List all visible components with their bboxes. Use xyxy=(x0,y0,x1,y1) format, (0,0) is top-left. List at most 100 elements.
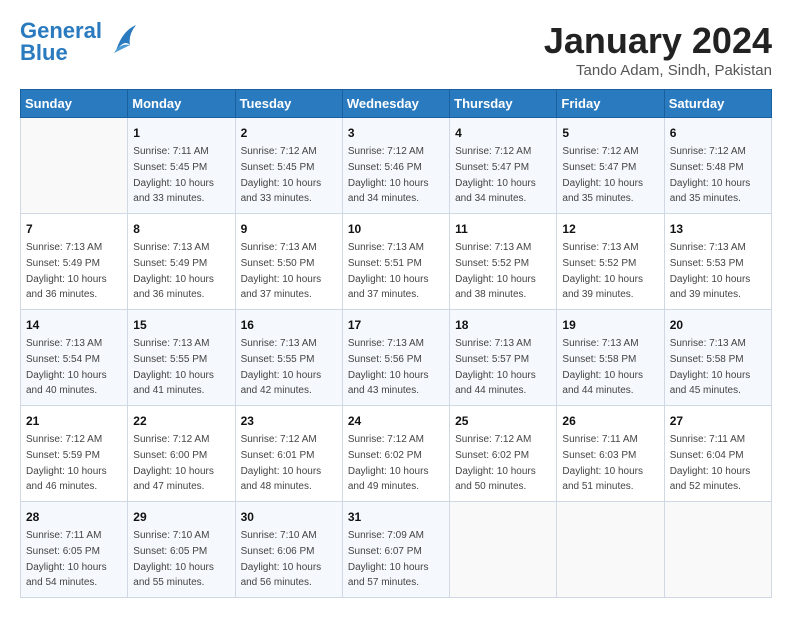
calendar-cell: 7 Sunrise: 7:13 AM Sunset: 5:49 PM Daylig… xyxy=(21,214,128,310)
logo-blue: Blue xyxy=(20,42,102,64)
day-info: Sunrise: 7:11 AM Sunset: 6:04 PM Dayligh… xyxy=(670,434,751,492)
calendar-cell: 21 Sunrise: 7:12 AM Sunset: 5:59 PM Dayli… xyxy=(21,406,128,502)
day-info: Sunrise: 7:12 AM Sunset: 5:59 PM Dayligh… xyxy=(26,434,107,492)
day-number: 30 xyxy=(241,508,337,526)
logo-bird-icon xyxy=(108,21,140,64)
day-info: Sunrise: 7:13 AM Sunset: 5:52 PM Dayligh… xyxy=(455,242,536,300)
calendar-cell: 17 Sunrise: 7:13 AM Sunset: 5:56 PM Dayli… xyxy=(342,310,449,406)
week-row-2: 7 Sunrise: 7:13 AM Sunset: 5:49 PM Daylig… xyxy=(21,214,772,310)
day-number: 12 xyxy=(562,220,658,238)
day-info: Sunrise: 7:13 AM Sunset: 5:50 PM Dayligh… xyxy=(241,242,322,300)
calendar-cell: 5 Sunrise: 7:12 AM Sunset: 5:47 PM Daylig… xyxy=(557,118,664,214)
day-number: 20 xyxy=(670,316,766,334)
location: Tando Adam, Sindh, Pakistan xyxy=(544,62,772,79)
day-info: Sunrise: 7:12 AM Sunset: 5:47 PM Dayligh… xyxy=(455,146,536,204)
day-number: 22 xyxy=(133,412,229,430)
logo-general: General xyxy=(20,20,102,42)
calendar-cell: 18Sunrise: 7:13 AM Sunset: 5:57 PM Dayli… xyxy=(450,310,557,406)
day-info: Sunrise: 7:13 AM Sunset: 5:56 PM Dayligh… xyxy=(348,338,429,396)
day-info: Sunrise: 7:12 AM Sunset: 5:47 PM Dayligh… xyxy=(562,146,643,204)
day-number: 21 xyxy=(26,412,122,430)
day-info: Sunrise: 7:13 AM Sunset: 5:58 PM Dayligh… xyxy=(670,338,751,396)
calendar-cell: 9 Sunrise: 7:13 AM Sunset: 5:50 PM Daylig… xyxy=(235,214,342,310)
calendar-cell xyxy=(664,502,771,598)
day-info: Sunrise: 7:12 AM Sunset: 6:00 PM Dayligh… xyxy=(133,434,214,492)
calendar-cell: 28Sunrise: 7:11 AM Sunset: 6:05 PM Dayli… xyxy=(21,502,128,598)
weekday-header-monday: Monday xyxy=(128,90,235,118)
calendar-cell: 30Sunrise: 7:10 AM Sunset: 6:06 PM Dayli… xyxy=(235,502,342,598)
title-block: January 2024 Tando Adam, Sindh, Pakistan xyxy=(544,20,772,79)
calendar-cell: 25 Sunrise: 7:12 AM Sunset: 6:02 PM Dayli… xyxy=(450,406,557,502)
day-number: 19 xyxy=(562,316,658,334)
week-row-5: 28Sunrise: 7:11 AM Sunset: 6:05 PM Dayli… xyxy=(21,502,772,598)
day-info: Sunrise: 7:12 AM Sunset: 6:02 PM Dayligh… xyxy=(455,434,536,492)
week-row-4: 21 Sunrise: 7:12 AM Sunset: 5:59 PM Dayli… xyxy=(21,406,772,502)
week-row-1: 1Sunrise: 7:11 AM Sunset: 5:45 PM Daylig… xyxy=(21,118,772,214)
page-header: General Blue January 2024 Tando Adam, Si… xyxy=(20,20,772,79)
day-number: 7 xyxy=(26,220,122,238)
day-number: 5 xyxy=(562,124,658,142)
day-number: 10 xyxy=(348,220,444,238)
calendar-cell xyxy=(21,118,128,214)
calendar-cell: 20 Sunrise: 7:13 AM Sunset: 5:58 PM Dayli… xyxy=(664,310,771,406)
day-number: 27 xyxy=(670,412,766,430)
day-info: Sunrise: 7:12 AM Sunset: 5:46 PM Dayligh… xyxy=(348,146,429,204)
day-number: 2 xyxy=(241,124,337,142)
day-info: Sunrise: 7:13 AM Sunset: 5:58 PM Dayligh… xyxy=(562,338,643,396)
day-info: Sunrise: 7:09 AM Sunset: 6:07 PM Dayligh… xyxy=(348,530,429,588)
day-number: 18 xyxy=(455,316,551,334)
calendar-cell: 16 Sunrise: 7:13 AM Sunset: 5:55 PM Dayli… xyxy=(235,310,342,406)
month-title: January 2024 xyxy=(544,20,772,62)
day-number: 1 xyxy=(133,124,229,142)
day-number: 28 xyxy=(26,508,122,526)
day-number: 14 xyxy=(26,316,122,334)
calendar-cell: 26 Sunrise: 7:11 AM Sunset: 6:03 PM Dayli… xyxy=(557,406,664,502)
day-number: 29 xyxy=(133,508,229,526)
day-number: 3 xyxy=(348,124,444,142)
calendar-table: SundayMondayTuesdayWednesdayThursdayFrid… xyxy=(20,89,772,598)
weekday-header-row: SundayMondayTuesdayWednesdayThursdayFrid… xyxy=(21,90,772,118)
weekday-header-tuesday: Tuesday xyxy=(235,90,342,118)
day-info: Sunrise: 7:13 AM Sunset: 5:54 PM Dayligh… xyxy=(26,338,107,396)
day-number: 24 xyxy=(348,412,444,430)
calendar-cell xyxy=(557,502,664,598)
weekday-header-thursday: Thursday xyxy=(450,90,557,118)
calendar-cell: 6Sunrise: 7:12 AM Sunset: 5:48 PM Daylig… xyxy=(664,118,771,214)
day-info: Sunrise: 7:13 AM Sunset: 5:55 PM Dayligh… xyxy=(241,338,322,396)
calendar-cell: 15Sunrise: 7:13 AM Sunset: 5:55 PM Dayli… xyxy=(128,310,235,406)
weekday-header-sunday: Sunday xyxy=(21,90,128,118)
week-row-3: 14 Sunrise: 7:13 AM Sunset: 5:54 PM Dayli… xyxy=(21,310,772,406)
day-info: Sunrise: 7:13 AM Sunset: 5:52 PM Dayligh… xyxy=(562,242,643,300)
day-info: Sunrise: 7:12 AM Sunset: 6:02 PM Dayligh… xyxy=(348,434,429,492)
calendar-cell: 27 Sunrise: 7:11 AM Sunset: 6:04 PM Dayli… xyxy=(664,406,771,502)
day-number: 23 xyxy=(241,412,337,430)
day-info: Sunrise: 7:13 AM Sunset: 5:49 PM Dayligh… xyxy=(133,242,214,300)
weekday-header-wednesday: Wednesday xyxy=(342,90,449,118)
day-number: 26 xyxy=(562,412,658,430)
calendar-cell: 24 Sunrise: 7:12 AM Sunset: 6:02 PM Dayli… xyxy=(342,406,449,502)
day-number: 11 xyxy=(455,220,551,238)
day-info: Sunrise: 7:13 AM Sunset: 5:53 PM Dayligh… xyxy=(670,242,751,300)
day-number: 25 xyxy=(455,412,551,430)
calendar-cell: 22 Sunrise: 7:12 AM Sunset: 6:00 PM Dayli… xyxy=(128,406,235,502)
calendar-cell: 23Sunrise: 7:12 AM Sunset: 6:01 PM Dayli… xyxy=(235,406,342,502)
day-number: 13 xyxy=(670,220,766,238)
calendar-cell xyxy=(450,502,557,598)
day-info: Sunrise: 7:12 AM Sunset: 5:45 PM Dayligh… xyxy=(241,146,322,204)
day-number: 15 xyxy=(133,316,229,334)
day-info: Sunrise: 7:13 AM Sunset: 5:49 PM Dayligh… xyxy=(26,242,107,300)
calendar-cell: 11 Sunrise: 7:13 AM Sunset: 5:52 PM Dayli… xyxy=(450,214,557,310)
day-info: Sunrise: 7:11 AM Sunset: 6:03 PM Dayligh… xyxy=(562,434,643,492)
day-info: Sunrise: 7:12 AM Sunset: 5:48 PM Dayligh… xyxy=(670,146,751,204)
day-number: 4 xyxy=(455,124,551,142)
day-number: 17 xyxy=(348,316,444,334)
calendar-cell: 12 Sunrise: 7:13 AM Sunset: 5:52 PM Dayli… xyxy=(557,214,664,310)
day-number: 9 xyxy=(241,220,337,238)
calendar-cell: 19 Sunrise: 7:13 AM Sunset: 5:58 PM Dayli… xyxy=(557,310,664,406)
day-info: Sunrise: 7:13 AM Sunset: 5:51 PM Dayligh… xyxy=(348,242,429,300)
day-number: 16 xyxy=(241,316,337,334)
calendar-cell: 8 Sunrise: 7:13 AM Sunset: 5:49 PM Daylig… xyxy=(128,214,235,310)
day-number: 31 xyxy=(348,508,444,526)
calendar-cell: 1Sunrise: 7:11 AM Sunset: 5:45 PM Daylig… xyxy=(128,118,235,214)
day-number: 8 xyxy=(133,220,229,238)
